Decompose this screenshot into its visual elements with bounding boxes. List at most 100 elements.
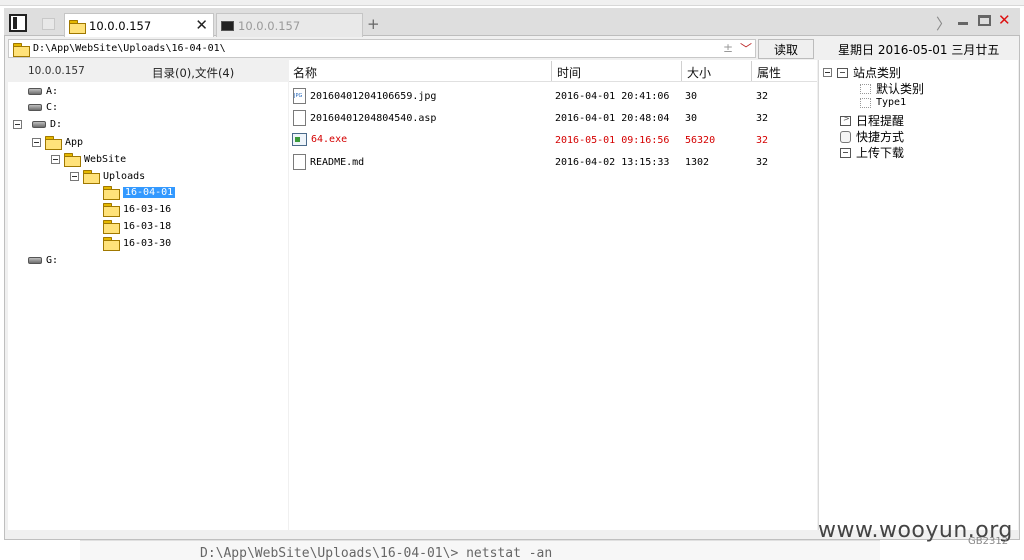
panel-item-label: 快捷方式 — [856, 130, 905, 144]
tree-label: Uploads — [103, 170, 146, 182]
panel-item-type1[interactable]: Type1 — [860, 97, 906, 108]
table-row[interactable]: README.md — [293, 154, 364, 170]
tab-label: 10.0.0.157 — [89, 18, 152, 33]
column-header-name[interactable]: 名称 — [293, 64, 317, 81]
table-row[interactable]: 20160401204804540.asp — [293, 110, 436, 126]
minimize-icon[interactable] — [957, 14, 969, 26]
tree-label: WebSite — [84, 153, 127, 165]
tree-item-g[interactable]: G: — [28, 255, 58, 266]
read-button[interactable]: 读取 — [758, 39, 814, 59]
collapse-icon[interactable] — [51, 154, 60, 164]
tree-item-website[interactable]: WebSite — [51, 153, 127, 167]
tree-label: C: — [46, 102, 59, 113]
panel-item-label: 上传下载 — [856, 146, 905, 160]
exe-file-icon — [292, 133, 307, 146]
table-row[interactable]: 64.exe — [292, 133, 347, 146]
tab-terminal[interactable]: 10.0.0.157 — [216, 13, 363, 37]
tree-item-16-03-18[interactable]: 16-03-18 — [103, 220, 172, 234]
column-divider[interactable] — [751, 61, 752, 81]
column-divider[interactable] — [681, 61, 682, 81]
bookmark-toggle-icon[interactable]: ± — [723, 41, 733, 55]
new-tab-button[interactable]: + — [367, 15, 380, 33]
folder-icon — [64, 153, 81, 167]
tree-label: G: — [46, 255, 59, 266]
tree-label: 16-03-30 — [123, 237, 172, 249]
tree-item-uploads[interactable]: Uploads — [70, 170, 146, 184]
address-bar[interactable]: D:\App\WebSite\Uploads\16-04-01\ — [8, 39, 756, 58]
blank-tab-icon[interactable] — [36, 13, 62, 36]
tree-item-app[interactable]: App — [32, 136, 84, 150]
file-list-header — [289, 60, 817, 82]
file-time: 2016-05-01 09:16:56 — [555, 135, 670, 146]
file-size: 56320 — [685, 135, 716, 146]
encoding-label: GB2312 — [968, 536, 1009, 547]
file-attr: 32 — [756, 135, 769, 146]
jpg-file-icon — [293, 88, 306, 104]
background-strip-top — [0, 0, 1024, 6]
dotted-box-icon — [860, 97, 871, 108]
panel-toggle-icon[interactable] — [9, 14, 27, 32]
address-path[interactable]: D:\App\WebSite\Uploads\16-04-01\ — [33, 43, 226, 54]
tab-label: 10.0.0.157 — [238, 18, 301, 33]
collapse-icon[interactable] — [823, 68, 832, 77]
hand-icon — [840, 130, 851, 143]
tree-item-c[interactable]: C: — [28, 102, 58, 113]
tree-label: A: — [46, 86, 59, 97]
file-size: 1302 — [685, 157, 710, 168]
terminal-icon — [221, 20, 234, 31]
tree-item-16-03-30[interactable]: 16-03-30 — [103, 237, 172, 251]
tree-label: 16-04-01 — [123, 186, 176, 198]
collapse-icon[interactable] — [32, 137, 41, 147]
chevron-down-icon[interactable]: ﹀ — [740, 40, 752, 57]
tree-item-d[interactable]: D: — [13, 119, 62, 130]
column-divider[interactable] — [551, 61, 552, 81]
tree-item-a[interactable]: A: — [28, 86, 58, 97]
table-row[interactable]: 20160401204106659.jpg — [293, 88, 436, 104]
tree-label: App — [65, 136, 84, 148]
tree-label: 16-03-16 — [123, 203, 172, 215]
folder-icon — [69, 19, 86, 34]
collapse-icon[interactable] — [70, 171, 79, 181]
calendar-icon — [840, 114, 851, 126]
file-name: 20160401204804540.asp — [310, 112, 437, 124]
panel-item-schedule[interactable]: 日程提醒 — [840, 112, 904, 129]
drive-icon — [28, 88, 42, 95]
date-label: 星期日 2016-05-01 三月廿五 — [838, 43, 1000, 57]
list-icon — [837, 67, 848, 78]
file-icon — [293, 110, 306, 126]
panel-item-site-category[interactable]: 站点类别 — [823, 64, 901, 81]
panel-item-label: Type1 — [876, 97, 907, 108]
folder-icon — [45, 136, 62, 150]
file-time: 2016-04-01 20:48:04 — [555, 113, 670, 124]
folder-icon — [83, 170, 100, 184]
tree-label: D: — [50, 119, 63, 130]
file-size: 30 — [685, 113, 698, 124]
tree-item-16-04-01[interactable]: 16-04-01 — [103, 186, 176, 200]
panel-item-label: 站点类别 — [853, 66, 902, 80]
close-tab-icon[interactable]: ✕ — [195, 16, 208, 34]
panel-item-transfers[interactable]: 上传下载 — [840, 144, 904, 161]
panel-item-default-category[interactable]: 默认类别 — [860, 80, 924, 97]
column-header-size[interactable]: 大小 — [687, 64, 711, 81]
file-list-pane — [289, 60, 817, 530]
dotted-box-icon — [860, 83, 871, 94]
directory-summary: 目录(0),文件(4) — [152, 66, 235, 80]
maximize-icon[interactable] — [978, 15, 991, 26]
file-name: README.md — [310, 156, 365, 168]
column-header-time[interactable]: 时间 — [557, 64, 581, 81]
folder-icon — [103, 237, 120, 251]
panel-item-shortcuts[interactable]: 快捷方式 — [840, 128, 904, 145]
tab-file-manager[interactable]: 10.0.0.157 ✕ — [64, 13, 214, 37]
tree-label: 16-03-18 — [123, 220, 172, 232]
close-window-icon[interactable]: ✕ — [998, 11, 1011, 29]
column-header-attr[interactable]: 属性 — [757, 64, 781, 81]
file-attr: 32 — [756, 91, 769, 102]
file-time: 2016-04-01 20:41:06 — [555, 91, 670, 102]
file-name: 64.exe — [311, 134, 348, 145]
collapse-icon[interactable] — [13, 120, 22, 129]
tree-item-16-03-16[interactable]: 16-03-16 — [103, 203, 172, 217]
scroll-right-icon[interactable]: 〉 — [936, 13, 951, 34]
file-name: 20160401204106659.jpg — [310, 90, 437, 102]
file-time: 2016-04-02 13:15:33 — [555, 157, 670, 168]
drive-icon — [28, 104, 42, 111]
